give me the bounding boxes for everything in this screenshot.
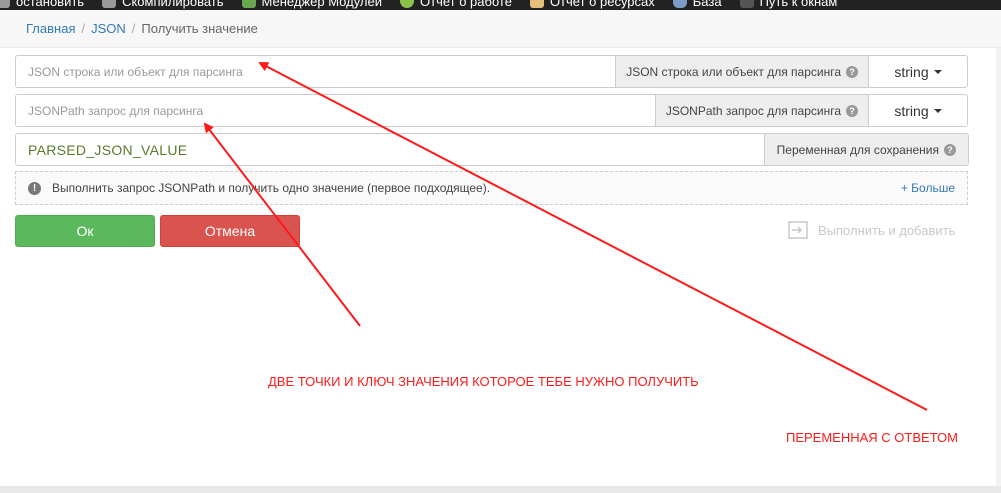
jsonpath-type-dropdown[interactable]: string <box>868 95 967 126</box>
top-toolbar: остановить Скомпилировать Менеджер Модул… <box>0 0 1001 10</box>
chart-icon <box>400 0 414 8</box>
cancel-button[interactable]: Отмена <box>160 215 300 247</box>
jsonpath-input[interactable] <box>16 95 655 126</box>
database-icon <box>672 0 687 8</box>
help-icon[interactable]: ? <box>846 65 858 78</box>
toolbar-resource-report-button[interactable]: Отчет о ресурсах <box>529 0 655 9</box>
module-manager-icon <box>241 0 256 8</box>
toolbar-window-path-button[interactable]: Путь к окнам <box>739 0 837 9</box>
help-icon[interactable]: ? <box>944 143 956 156</box>
ok-button[interactable]: Ок <box>15 215 155 247</box>
breadcrumb-separator: / <box>131 21 136 36</box>
help-icon[interactable]: ? <box>846 104 858 117</box>
more-link[interactable]: + Больше <box>901 181 955 195</box>
breadcrumb-separator: / <box>81 21 86 36</box>
toolbar-compile-button[interactable]: Скомпилировать <box>102 0 224 9</box>
toolbar-module-manager-button[interactable]: Менеджер Модулей <box>241 0 382 9</box>
save-variable-group: Переменная для сохранения ? <box>15 133 969 166</box>
breadcrumb-home-link[interactable]: Главная <box>26 21 75 36</box>
breadcrumb: Главная / JSON / Получить значение <box>0 10 1001 48</box>
save-variable-input[interactable] <box>16 134 764 165</box>
window-icon <box>739 0 754 8</box>
stop-icon <box>0 0 10 8</box>
folder-icon <box>529 0 544 8</box>
breadcrumb-json-link[interactable]: JSON <box>91 21 126 36</box>
json-string-type-dropdown[interactable]: string <box>868 56 967 87</box>
compile-icon <box>102 0 117 8</box>
json-string-group: JSON строка или объект для парсинга ? st… <box>15 55 968 88</box>
info-text: Выполнить запрос JSONPath и получить одн… <box>52 181 491 195</box>
breadcrumb-current: Получить значение <box>141 21 258 36</box>
scrollbar-track[interactable] <box>996 48 1001 493</box>
info-icon: ! <box>28 181 41 195</box>
toolbar-stop-button[interactable]: остановить <box>0 0 84 9</box>
toolbar-work-report-button[interactable]: Отчет о работе <box>400 0 512 9</box>
enter-icon <box>788 221 808 239</box>
json-string-input[interactable] <box>16 56 616 87</box>
caret-down-icon <box>933 69 942 74</box>
run-and-add-button[interactable]: Выполнить и добавить <box>788 221 955 239</box>
bottom-scrollbar-track[interactable] <box>0 486 1001 493</box>
annotation-jsonpath-note: ДВЕ ТОЧКИ И КЛЮЧ ЗНАЧЕНИЯ КОТОРОЕ ТЕБЕ Н… <box>268 374 699 389</box>
toolbar-database-button[interactable]: База <box>672 0 722 9</box>
annotation-result-note: ПЕРЕМЕННАЯ С ОТВЕТОМ <box>786 430 958 445</box>
caret-down-icon <box>933 108 942 113</box>
info-box: ! Выполнить запрос JSONPath и получить о… <box>15 171 968 205</box>
save-variable-label: Переменная для сохранения ? <box>763 134 968 165</box>
json-string-label: JSON строка или объект для парсинга ? <box>615 56 868 87</box>
jsonpath-group: JSONPath запрос для парсинга ? string <box>15 94 968 127</box>
jsonpath-label: JSONPath запрос для парсинга ? <box>654 95 868 126</box>
